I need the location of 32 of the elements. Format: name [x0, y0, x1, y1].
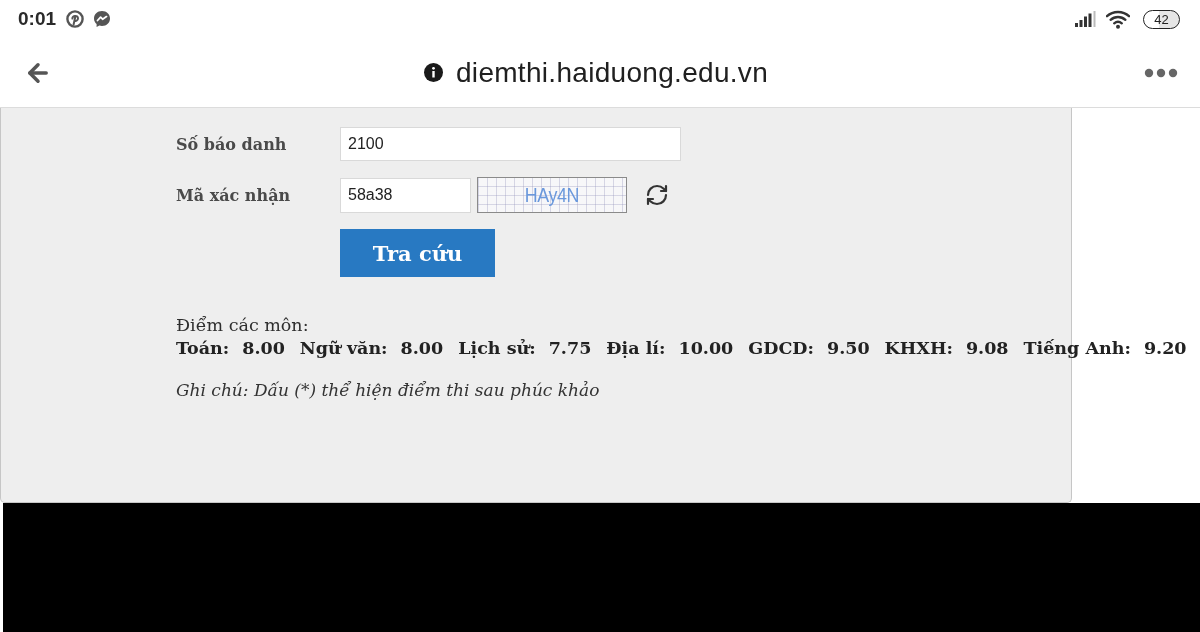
- field-label: Mã xác nhận: [176, 185, 291, 205]
- url-text[interactable]: diemthi.haiduong.edu.vn: [456, 56, 768, 89]
- battery-indicator: 42: [1143, 9, 1180, 29]
- subject-score: 9.08: [965, 337, 1009, 360]
- input-field[interactable]: 2100: [340, 127, 681, 161]
- more-menu-icon[interactable]: [1144, 67, 1178, 78]
- circled-p-icon: [66, 10, 85, 28]
- subject-score: 10.00: [678, 337, 734, 360]
- subject-name: Ngữ văn:: [299, 337, 388, 360]
- subject-name: Tiếng Anh:: [1023, 337, 1131, 360]
- subject-score: 8.00: [400, 337, 444, 360]
- subject-name: KHXH:: [884, 337, 953, 360]
- refresh-icon[interactable]: [645, 183, 669, 207]
- input-field[interactable]: 58a38: [340, 177, 471, 213]
- submit-button[interactable]: Tra cứu: [340, 229, 495, 277]
- wifi-icon: [1106, 9, 1130, 29]
- chat-bubble-icon: [93, 10, 112, 28]
- subject-score: 9.50: [826, 337, 870, 360]
- subject-name: Địa lí:: [606, 337, 666, 360]
- info-icon[interactable]: [424, 63, 443, 82]
- field-label: Số báo danh: [176, 134, 287, 154]
- subject-name: Toán:: [176, 337, 230, 360]
- subject-name: Lịch sử:: [458, 337, 536, 360]
- subject-score: 9.20: [1143, 337, 1187, 360]
- subject-score: 7.75: [548, 337, 592, 360]
- signal-bars-icon: [1075, 11, 1097, 27]
- status-time: 0:01: [18, 8, 57, 30]
- captcha-text: HAy4N: [524, 183, 580, 207]
- note-text: Ghi chú: Dấu (*) thể hiện điểm thi sau phúc khảo: [176, 380, 600, 400]
- subject-name: GDCD:: [748, 337, 814, 360]
- subject-score: 8.00: [242, 337, 285, 360]
- scores-heading: Điểm các môn:: [176, 314, 309, 336]
